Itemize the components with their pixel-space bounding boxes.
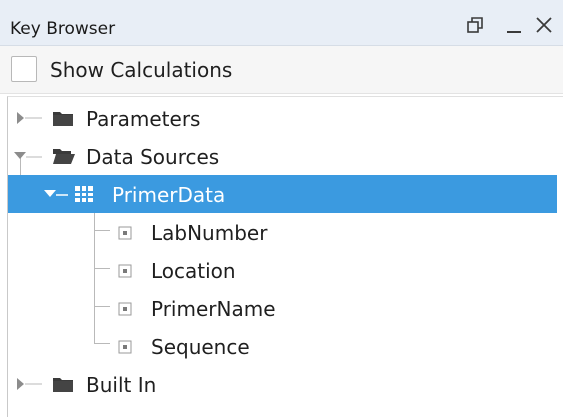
tree-node-labnumber[interactable]: LabNumber: [8, 213, 557, 251]
field-icon: [118, 263, 132, 282]
tree-node-primername[interactable]: PrimerName: [8, 289, 557, 327]
key-browser-panel: Key Browser Show Calculations Parameters…: [0, 0, 563, 417]
tree-node-primerdata[interactable]: PrimerData: [8, 175, 557, 213]
folder-icon: [52, 375, 74, 397]
collapsed-arrow-icon[interactable]: [16, 376, 44, 396]
tree-node-label: Data Sources: [86, 145, 220, 169]
tree-node-data-sources[interactable]: Data Sources: [8, 137, 557, 175]
minimize-icon[interactable]: [505, 16, 523, 36]
expanded-arrow-icon[interactable]: [44, 187, 74, 207]
expanded-arrow-icon[interactable]: [14, 149, 44, 169]
field-icon: [118, 339, 132, 358]
collapsed-arrow-icon[interactable]: [16, 110, 44, 130]
field-icon: [118, 301, 132, 320]
tree-node-parameters[interactable]: Parameters: [8, 99, 557, 137]
close-icon[interactable]: [534, 15, 554, 35]
field-icon: [118, 225, 132, 244]
tree-node-label: LabNumber: [151, 221, 268, 245]
key-tree: Parameters Data Sources PrimerData LabNu…: [7, 96, 563, 417]
tree-node-label: Parameters: [86, 107, 201, 131]
folder-icon: [52, 109, 74, 131]
tree-node-label: Sequence: [151, 335, 250, 359]
window-title: Key Browser: [10, 19, 116, 39]
options-bar: Show Calculations: [0, 46, 563, 94]
show-calculations-checkbox[interactable]: [11, 56, 37, 82]
tree-node-location[interactable]: Location: [8, 251, 557, 289]
tree-node-sequence[interactable]: Sequence: [8, 327, 557, 365]
tree-node-label: PrimerName: [151, 297, 276, 321]
title-bar[interactable]: Key Browser: [0, 0, 563, 46]
tree-node-label: Location: [151, 259, 236, 283]
restore-icon[interactable]: [466, 15, 486, 35]
table-icon: [74, 185, 94, 207]
tree-node-label: PrimerData: [112, 183, 226, 207]
tree-node-label: Built In: [86, 373, 157, 397]
folder-open-icon: [52, 147, 76, 169]
show-calculations-label[interactable]: Show Calculations: [50, 58, 232, 82]
tree-node-built-in[interactable]: Built In: [8, 365, 557, 403]
